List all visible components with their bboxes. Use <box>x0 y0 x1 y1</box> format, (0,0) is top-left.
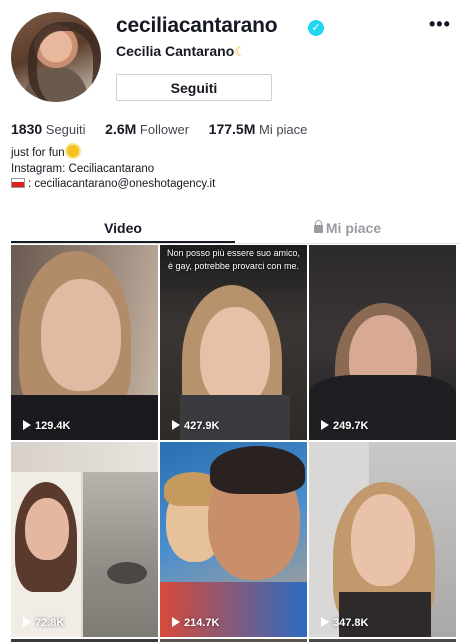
play-icon <box>23 617 31 627</box>
video-views-6-text: 347.8K <box>333 617 369 629</box>
video-views-1: 129.4K <box>23 420 70 432</box>
stat-following[interactable]: 1830 Seguiti <box>11 121 86 137</box>
sun-emoji-icon <box>66 145 79 157</box>
play-icon <box>172 617 180 627</box>
bio-line-3: : ceciliacantarano@oneshotagency.it <box>28 178 216 190</box>
stat-followers-label: Follower <box>139 122 190 137</box>
profile-stats: 1830 Seguiti 2.6M Follower 177.5M Mi pia… <box>11 121 323 137</box>
video-tile-1[interactable]: 129.4K <box>11 245 158 440</box>
tab-liked-label: Mi piace <box>325 220 382 236</box>
video-views-1-text: 129.4K <box>35 420 71 432</box>
video-tile-6[interactable]: 347.8K <box>309 442 456 637</box>
more-options-icon[interactable]: ••• <box>429 15 451 33</box>
video-tile-5[interactable]: 214.7K <box>160 442 307 637</box>
video-tile-2[interactable]: Non posso più essere suo amico, è gay, p… <box>160 245 307 440</box>
profile-username: ceciliacantarano <box>116 14 278 37</box>
stat-followers[interactable]: 2.6M Follower <box>105 121 189 137</box>
video-caption-2: Non posso più essere suo amico, è gay, p… <box>166 248 301 271</box>
video-views-6: 347.8K <box>321 617 368 629</box>
stat-likes: 177.5M Mi piace <box>209 121 308 137</box>
display-name-text: Cecilia Cantarano <box>116 43 235 59</box>
play-icon <box>321 420 329 430</box>
video-views-4: 72.8K <box>23 617 64 629</box>
play-icon <box>321 617 329 627</box>
tab-liked[interactable]: Mi piace <box>235 220 460 236</box>
video-views-5: 214.7K <box>172 617 219 629</box>
video-views-5-text: 214.7K <box>184 617 220 629</box>
lock-icon <box>313 220 323 233</box>
bio-line-1: just for fun <box>11 147 65 159</box>
following-button[interactable]: Seguiti <box>116 74 272 101</box>
stat-likes-value: 177.5M <box>208 121 256 137</box>
profile-tabs: Video Mi piace <box>11 214 460 244</box>
video-views-2-text: 427.9K <box>184 420 220 432</box>
video-views-2: 427.9K <box>172 420 219 432</box>
video-views-3-text: 249.7K <box>333 420 369 432</box>
bio-line-2: Instagram: Ceciliacantarano <box>11 162 155 175</box>
video-views-4-text: 72.8K <box>35 617 65 629</box>
verified-badge-icon: ✓ <box>308 20 324 36</box>
play-icon <box>23 420 31 430</box>
envelope-emoji-icon <box>11 178 25 188</box>
play-icon <box>172 420 180 430</box>
tab-video[interactable]: Video <box>11 220 235 236</box>
video-views-3: 249.7K <box>321 420 368 432</box>
profile-avatar[interactable] <box>11 12 101 102</box>
stat-following-label: Seguiti <box>45 122 86 137</box>
stat-following-value: 1830 <box>11 121 43 137</box>
stat-followers-value: 2.6M <box>105 121 137 137</box>
stat-likes-label: Mi piace <box>258 122 308 137</box>
profile-bio: just for fun Instagram: Ceciliacantarano… <box>11 145 215 193</box>
video-tile-4[interactable]: 72.8K <box>11 442 158 637</box>
video-tile-3[interactable]: 249.7K <box>309 245 456 440</box>
tab-divider <box>11 243 460 244</box>
profile-display-name: Cecilia Cantarano☾ <box>116 43 246 60</box>
moon-emoji-icon: ☾ <box>234 44 246 59</box>
